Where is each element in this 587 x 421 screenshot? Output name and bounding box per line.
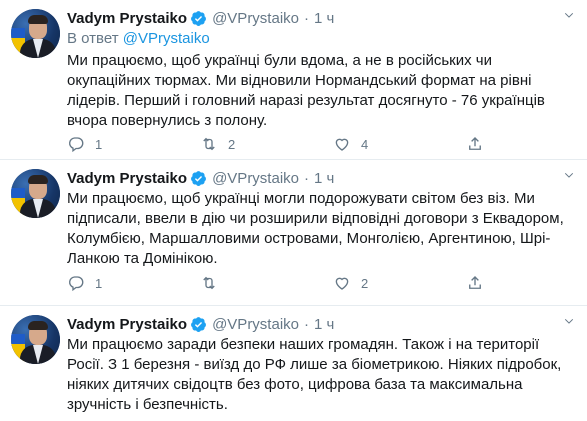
retweet-icon xyxy=(203,276,215,290)
action-bar: 1 2 xyxy=(67,273,587,293)
tweet-header: Vadym Prystaiko @VPrystaiko · 1 ч xyxy=(67,8,575,28)
timestamp[interactable]: 1 ч xyxy=(314,170,334,187)
tweet-text: Ми працюємо заради безпеки наших громадя… xyxy=(67,336,562,413)
like-button[interactable]: 4 xyxy=(333,134,466,154)
tweet[interactable]: Vadym Prystaiko @VPrystaiko · 1 ч Ми пра… xyxy=(0,306,587,421)
retweet-button[interactable]: 2 xyxy=(200,134,333,154)
like-button[interactable]: 2 xyxy=(333,273,466,293)
retweet-count: 2 xyxy=(228,136,236,152)
chevron-down-icon[interactable] xyxy=(563,316,575,328)
timestamp[interactable]: 1 ч xyxy=(314,316,334,333)
author-name[interactable]: Vadym Prystaiko xyxy=(67,316,187,333)
avatar[interactable] xyxy=(11,315,60,364)
reply-count: 1 xyxy=(95,275,103,291)
like-count: 2 xyxy=(361,275,369,291)
author-handle[interactable]: @VPrystaiko xyxy=(212,170,299,187)
action-bar: 1 2 4 xyxy=(67,134,587,154)
share-icon xyxy=(469,276,481,289)
retweet-button[interactable] xyxy=(200,273,333,293)
avatar[interactable] xyxy=(11,9,60,58)
verified-badge-icon xyxy=(191,10,207,26)
reply-icon xyxy=(69,276,84,292)
author-handle[interactable]: @VPrystaiko xyxy=(212,10,299,27)
reply-icon xyxy=(69,137,84,153)
reply-count: 1 xyxy=(95,136,103,152)
tweet-text: Ми працюємо, щоб українці могли подорожу… xyxy=(67,190,564,267)
reply-button[interactable]: 1 xyxy=(67,273,200,293)
like-count: 4 xyxy=(361,136,369,152)
tweet-header: Vadym Prystaiko @VPrystaiko · 1 ч xyxy=(67,314,575,334)
share-button[interactable] xyxy=(466,273,587,293)
tweet-header: Vadym Prystaiko @VPrystaiko · 1 ч xyxy=(67,168,575,188)
share-button[interactable] xyxy=(466,134,587,154)
reply-prefix: В ответ xyxy=(67,30,119,47)
tweet-text: Ми працюємо, щоб українці були вдома, а … xyxy=(67,52,545,129)
separator-dot: · xyxy=(304,315,309,333)
timestamp[interactable]: 1 ч xyxy=(314,10,334,27)
heart-icon xyxy=(335,138,349,151)
separator-dot: · xyxy=(304,9,309,27)
separator-dot: · xyxy=(304,169,309,187)
verified-badge-icon xyxy=(191,170,207,186)
retweet-icon xyxy=(203,137,215,151)
verified-badge-icon xyxy=(191,316,207,332)
author-name[interactable]: Vadym Prystaiko xyxy=(67,10,187,27)
author-handle[interactable]: @VPrystaiko xyxy=(212,316,299,333)
avatar[interactable] xyxy=(11,169,60,218)
reply-context: В ответ @VPrystaiko xyxy=(67,30,575,50)
author-name[interactable]: Vadym Prystaiko xyxy=(67,170,187,187)
reply-button[interactable]: 1 xyxy=(67,134,200,154)
reply-to-link[interactable]: @VPrystaiko xyxy=(123,30,210,47)
share-icon xyxy=(469,137,481,150)
heart-icon xyxy=(335,277,349,290)
tweet[interactable]: Vadym Prystaiko @VPrystaiko · 1 ч В отве… xyxy=(0,0,587,160)
chevron-down-icon[interactable] xyxy=(563,170,575,182)
tweet[interactable]: Vadym Prystaiko @VPrystaiko · 1 ч Ми пра… xyxy=(0,160,587,306)
chevron-down-icon[interactable] xyxy=(563,10,575,22)
